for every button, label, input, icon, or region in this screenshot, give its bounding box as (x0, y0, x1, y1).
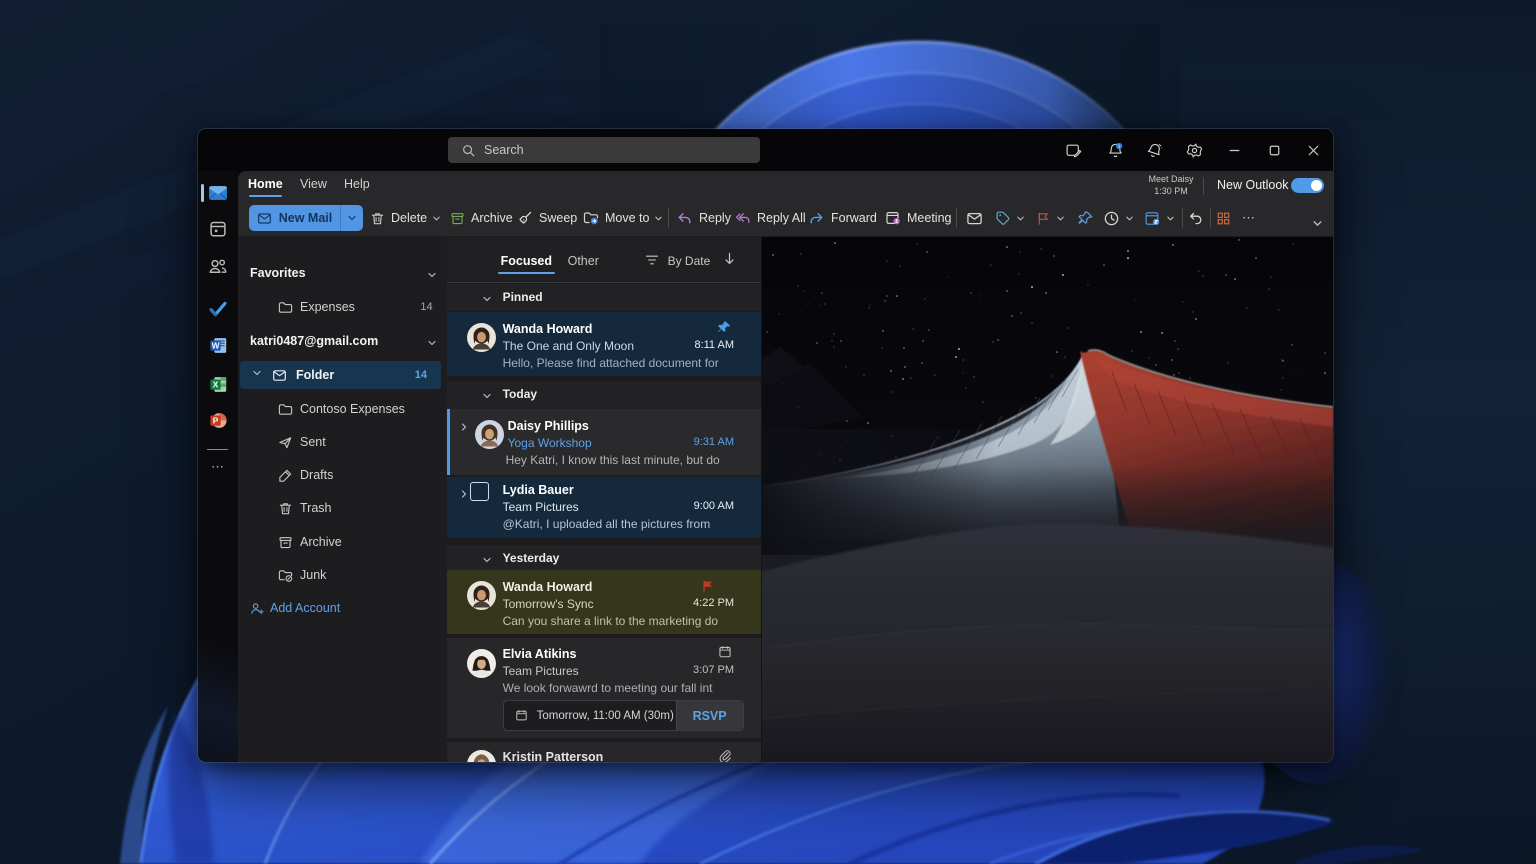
svg-text:W: W (211, 341, 219, 351)
svg-text:1: 1 (1117, 143, 1120, 149)
svg-text:P: P (212, 416, 218, 426)
svg-text:X: X (212, 380, 218, 390)
